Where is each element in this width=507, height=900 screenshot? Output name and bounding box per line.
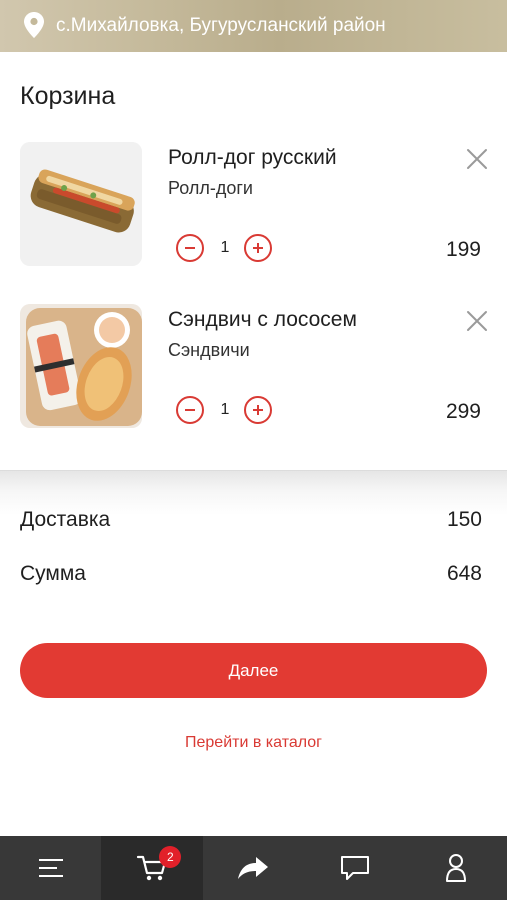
bottom-tab-bar: 2 [0, 836, 507, 900]
location-pin-icon [24, 12, 44, 38]
tab-chat[interactable] [304, 836, 405, 900]
location-text: с.Михайловка, Бугурусланский район [56, 15, 386, 36]
increase-quantity-button[interactable] [244, 396, 272, 424]
product-name: Ролл-дог русский [168, 146, 337, 169]
tab-cart[interactable]: 2 [101, 836, 203, 900]
chat-icon [340, 856, 369, 880]
cart-count-badge: 2 [159, 846, 182, 868]
cart-item: Ролл-дог русский Ролл-доги 1 199 [0, 142, 507, 282]
location-bar[interactable]: с.Михайловка, Бугурусланский район [0, 0, 507, 52]
delivery-row: Доставка 150 [20, 508, 482, 532]
product-category: Сэндвичи [168, 340, 250, 360]
decrease-quantity-button[interactable] [176, 234, 204, 262]
total-row: Сумма 648 [20, 562, 482, 586]
quantity-value: 1 [220, 401, 230, 418]
delivery-value: 150 [446, 508, 482, 531]
increase-quantity-button[interactable] [244, 234, 272, 262]
quantity-stepper: 1 [176, 396, 276, 428]
menu-icon [38, 859, 63, 877]
product-price: 299 [445, 400, 481, 423]
tab-share[interactable] [203, 836, 304, 900]
product-name: Сэндвич с лососем [168, 308, 357, 331]
product-image [20, 142, 142, 266]
quantity-stepper: 1 [176, 234, 276, 266]
catalog-link[interactable]: Перейти в каталог [0, 734, 507, 752]
remove-item-icon[interactable] [466, 310, 488, 332]
tab-profile[interactable] [406, 836, 507, 900]
share-icon [238, 857, 269, 879]
total-label: Сумма [20, 562, 86, 585]
quantity-value: 1 [220, 239, 230, 256]
product-image [20, 304, 142, 428]
product-category: Ролл-доги [168, 178, 253, 198]
product-price: 199 [445, 238, 481, 261]
tab-menu[interactable] [0, 836, 101, 900]
delivery-label: Доставка [20, 508, 111, 531]
remove-item-icon[interactable] [466, 148, 488, 170]
cart-item: Сэндвич с лососем Сэндвичи 1 299 [0, 304, 507, 444]
profile-icon [446, 854, 467, 882]
decrease-quantity-button[interactable] [176, 396, 204, 424]
total-value: 648 [446, 562, 482, 585]
next-button[interactable]: Далее [20, 643, 487, 698]
page-title: Корзина [20, 82, 116, 110]
